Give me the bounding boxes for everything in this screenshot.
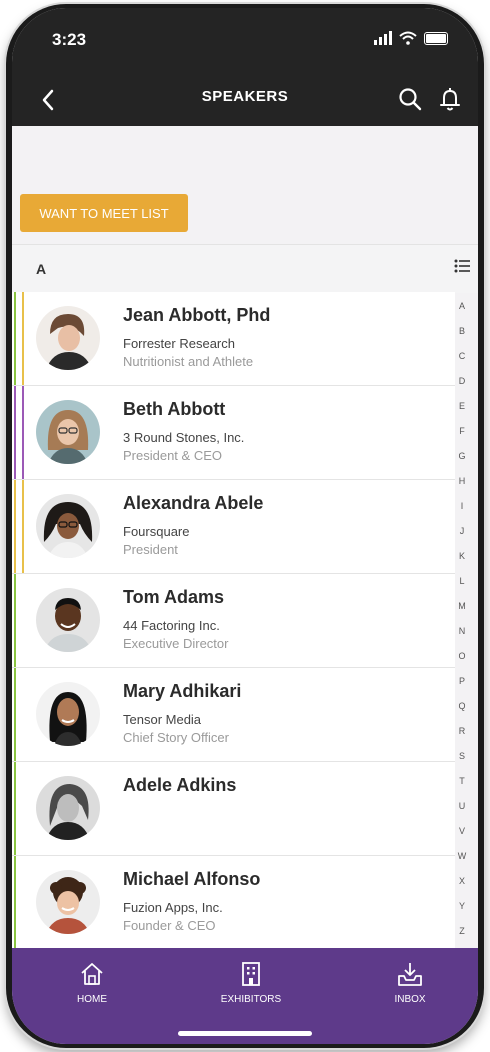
- alpha-letter[interactable]: V: [459, 819, 465, 844]
- speaker-row[interactable]: Beth Abbott 3 Round Stones, Inc. Preside…: [12, 386, 455, 480]
- speaker-title: Nutritionist and Athlete: [123, 354, 254, 369]
- speaker-title: President & CEO: [123, 448, 222, 463]
- phone-frame: 3:23 SPEAKERS WANT TO MEET LIST A Jean A…: [6, 4, 484, 1048]
- tab-home-label: HOME: [77, 994, 107, 1005]
- alpha-letter[interactable]: C: [459, 344, 466, 369]
- search-icon[interactable]: [396, 85, 424, 113]
- speaker-row[interactable]: Michael Alfonso Fuzion Apps, Inc. Founde…: [12, 856, 455, 950]
- category-bar: [14, 480, 24, 573]
- speaker-name: Mary Adhikari: [123, 681, 242, 701]
- tab-exhibitors[interactable]: EXHIBITORS: [211, 960, 291, 1005]
- alpha-letter[interactable]: G: [458, 444, 465, 469]
- tab-inbox-label: INBOX: [394, 994, 426, 1005]
- speaker-avatar: [36, 494, 100, 558]
- alpha-letter[interactable]: T: [459, 769, 465, 794]
- speaker-company: 44 Factoring Inc.: [123, 618, 220, 633]
- building-icon: [242, 962, 260, 986]
- speaker-row[interactable]: Tom Adams 44 Factoring Inc. Executive Di…: [12, 574, 455, 668]
- category-bar: [14, 668, 22, 761]
- speaker-row[interactable]: Jean Abbott, Phd Forrester Research Nutr…: [12, 292, 455, 386]
- speaker-title: Executive Director: [123, 636, 229, 651]
- alpha-letter[interactable]: W: [458, 844, 467, 869]
- speaker-name: Adele Adkins: [123, 775, 237, 795]
- alpha-letter[interactable]: F: [459, 419, 465, 444]
- home-indicator: [178, 1031, 312, 1036]
- nav-bar: SPEAKERS: [12, 74, 478, 126]
- alpha-letter[interactable]: S: [459, 744, 465, 769]
- home-icon: [81, 963, 103, 985]
- speaker-avatar: [36, 588, 100, 652]
- speaker-title: President: [123, 542, 178, 557]
- speaker-name: Michael Alfonso: [123, 869, 261, 889]
- speaker-avatar: [36, 870, 100, 934]
- alpha-letter[interactable]: M: [458, 594, 466, 619]
- speaker-company: Forrester Research: [123, 336, 235, 351]
- speaker-company: 3 Round Stones, Inc.: [123, 430, 245, 445]
- speaker-avatar: [36, 682, 100, 746]
- category-bar: [14, 292, 24, 385]
- alpha-letter[interactable]: H: [459, 469, 466, 494]
- speaker-name: Beth Abbott: [123, 399, 226, 419]
- speaker-avatar: [36, 306, 100, 370]
- speaker-name: Alexandra Abele: [123, 493, 264, 513]
- speaker-name: Jean Abbott, Phd: [123, 305, 271, 325]
- alpha-letter[interactable]: Y: [459, 894, 465, 919]
- speaker-title: Chief Story Officer: [123, 730, 229, 745]
- alpha-letter[interactable]: N: [459, 619, 466, 644]
- alphabet-index[interactable]: A B C D E F G H I J K L M N O P Q R S T …: [452, 294, 472, 944]
- status-bar: 3:23: [12, 8, 478, 74]
- bell-icon[interactable]: [436, 85, 464, 113]
- signal-icon: [374, 31, 392, 45]
- alpha-letter[interactable]: D: [459, 369, 466, 394]
- wifi-icon: [399, 31, 417, 45]
- alpha-letter[interactable]: Z: [459, 919, 465, 944]
- inbox-icon: [398, 963, 422, 986]
- list-view-icon[interactable]: [454, 259, 470, 273]
- speaker-name: Tom Adams: [123, 587, 225, 607]
- alpha-letter[interactable]: L: [459, 569, 464, 594]
- category-bar: [14, 762, 22, 855]
- tab-home[interactable]: HOME: [52, 960, 132, 1005]
- section-letter: A: [36, 261, 47, 277]
- category-bar: [14, 574, 22, 667]
- alpha-letter[interactable]: R: [459, 719, 466, 744]
- alpha-letter[interactable]: U: [459, 794, 466, 819]
- tab-bar: HOME EXHIBITORS INBOX: [12, 948, 478, 1044]
- speaker-company: Tensor Media: [123, 712, 202, 727]
- battery-icon: [424, 31, 448, 45]
- speaker-company: Foursquare: [123, 524, 190, 539]
- alpha-letter[interactable]: A: [459, 294, 465, 319]
- alpha-letter[interactable]: K: [459, 544, 465, 569]
- alpha-letter[interactable]: O: [458, 644, 465, 669]
- alpha-letter[interactable]: J: [460, 519, 465, 544]
- alpha-letter[interactable]: B: [459, 319, 465, 344]
- alpha-letter[interactable]: Q: [458, 694, 465, 719]
- section-header: A: [12, 244, 478, 293]
- category-bar: [14, 386, 24, 479]
- want-to-meet-list-button[interactable]: WANT TO MEET LIST: [20, 194, 188, 232]
- speaker-list: Jean Abbott, Phd Forrester Research Nutr…: [12, 292, 455, 950]
- speaker-row[interactable]: Adele Adkins: [12, 762, 455, 856]
- status-icons: [374, 31, 448, 45]
- speaker-company: Fuzion Apps, Inc.: [123, 900, 223, 915]
- speaker-avatar: [36, 776, 100, 840]
- speaker-title: Founder & CEO: [123, 918, 216, 933]
- category-bar: [14, 856, 22, 949]
- alpha-letter[interactable]: X: [459, 869, 465, 894]
- tab-inbox[interactable]: INBOX: [370, 960, 450, 1005]
- alpha-letter[interactable]: P: [459, 669, 465, 694]
- screen: 3:23 SPEAKERS WANT TO MEET LIST A Jean A…: [12, 8, 478, 1044]
- alpha-letter[interactable]: E: [459, 394, 465, 419]
- speaker-row[interactable]: Alexandra Abele Foursquare President: [12, 480, 455, 574]
- tab-exhibitors-label: EXHIBITORS: [220, 994, 282, 1005]
- speaker-avatar: [36, 400, 100, 464]
- alpha-letter[interactable]: I: [461, 494, 464, 519]
- speaker-row[interactable]: Mary Adhikari Tensor Media Chief Story O…: [12, 668, 455, 762]
- status-time: 3:23: [52, 30, 87, 49]
